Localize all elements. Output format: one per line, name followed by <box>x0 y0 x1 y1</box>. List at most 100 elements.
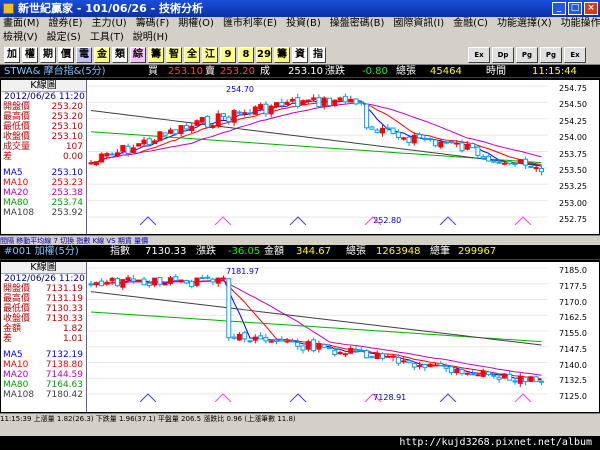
candle <box>422 137 428 140</box>
menu-a-7[interactable]: 操盤密碼(B) <box>327 18 388 29</box>
candle <box>252 106 258 115</box>
y-tick-label: 7185.0 <box>559 266 587 275</box>
toolbar-button-9[interactable]: 智 <box>166 47 182 63</box>
bottom-y-axis: 7185.0 7177.5 7170.0 7162.5 7155.0 7147.5 7140… <box>549 262 599 402</box>
candle <box>295 97 301 107</box>
menu-a-10[interactable]: 功能選擇(X) <box>494 18 555 29</box>
toolbar-right-button-0[interactable]: Ex <box>468 47 490 63</box>
candle <box>337 97 343 101</box>
toolbar-button-15[interactable]: 籌 <box>274 47 290 63</box>
candle <box>183 279 189 284</box>
menu-a-11[interactable]: 功能操作(F) <box>558 18 600 29</box>
toolbar-right-button-4[interactable]: Ex <box>564 47 586 63</box>
y-tick-label: 7140.0 <box>559 360 587 370</box>
bottom-amt: 344.67 <box>296 246 331 257</box>
menu-a-2[interactable]: 主力(U) <box>89 18 130 29</box>
toolbar-button-7[interactable]: 綜 <box>130 47 146 63</box>
low-label: 7128.91 <box>373 393 406 402</box>
menu-a-5[interactable]: 匯市利率(E) <box>220 18 280 29</box>
candle <box>242 332 248 340</box>
menu-a-3[interactable]: 籌碼(F) <box>133 18 173 29</box>
bottom-side-row: 金額 1.82 <box>3 324 83 334</box>
candle <box>475 374 481 377</box>
toolbar-button-13[interactable]: 8 <box>238 47 254 63</box>
candle <box>88 283 94 286</box>
minimize-button[interactable]: _ <box>552 2 566 15</box>
candle <box>141 139 147 145</box>
toolbar-right-button-1[interactable]: Dp <box>492 47 514 63</box>
toolbar-button-16[interactable]: 資 <box>292 47 308 63</box>
candle <box>136 279 142 282</box>
toolbar-button-12[interactable]: 9 <box>220 47 236 63</box>
candle <box>99 153 105 163</box>
menu-a-6[interactable]: 投資(B) <box>283 18 324 29</box>
top-chg-label: 漲跌 <box>325 66 345 77</box>
candle <box>279 339 285 342</box>
toolbar-button-0[interactable]: 加 <box>4 47 20 63</box>
candle <box>199 117 205 123</box>
candle <box>512 380 518 383</box>
candle <box>321 344 327 348</box>
candle <box>454 142 460 145</box>
candle <box>258 335 264 340</box>
candle <box>136 143 142 147</box>
candle <box>93 161 99 166</box>
candle <box>109 153 115 156</box>
candle <box>448 366 454 374</box>
candle <box>470 373 476 376</box>
bottom-candlestick-chart[interactable]: 7181.977128.9126 <box>88 262 548 402</box>
toolbar-button-11[interactable]: 江 <box>202 47 218 63</box>
candle <box>385 355 391 358</box>
menu-a-9[interactable]: 金融(C) <box>450 18 491 29</box>
candle <box>231 110 237 123</box>
candle <box>353 349 359 352</box>
toolbar-button-1[interactable]: 權 <box>22 47 38 63</box>
toolbar-right-button-3[interactable]: Pg <box>540 47 562 63</box>
candle <box>242 112 248 115</box>
candle <box>162 132 168 136</box>
candle <box>300 345 306 351</box>
signal-marker <box>214 216 232 225</box>
candle <box>226 116 232 123</box>
candle <box>507 373 513 381</box>
candle <box>252 336 258 341</box>
maximize-button[interactable]: □ <box>568 2 582 15</box>
toolbar-button-3[interactable]: 價 <box>58 47 74 63</box>
top-candlestick-chart[interactable]: 254.70252.8026 <box>88 80 548 225</box>
toolbar-right-button-2[interactable]: Pg <box>516 47 538 63</box>
menu-a-4[interactable]: 期權(O) <box>175 18 217 29</box>
toolbar-button-2[interactable]: 期 <box>40 47 56 63</box>
y-tick-label: 7147.5 <box>559 344 587 354</box>
candle <box>125 277 131 281</box>
menu-b-2[interactable]: 工具(T) <box>87 32 127 43</box>
bottom-bottom-text: 11:15:39 上漲量 1.82(26.3) 下跌量 1.96(37.1) 平… <box>0 415 296 423</box>
candle <box>480 156 486 159</box>
toolbar-button-4[interactable]: 電 <box>76 47 92 63</box>
bottom-chg: -36.05 <box>228 246 261 257</box>
menu-b-1[interactable]: 設定(S) <box>44 32 84 43</box>
candle <box>358 349 364 352</box>
menu-b-0[interactable]: 檢視(V) <box>0 32 41 43</box>
candle <box>120 144 126 152</box>
menu-a-8[interactable]: 國際資訊(I) <box>390 18 447 29</box>
candle <box>427 138 433 141</box>
candle <box>517 159 523 164</box>
candle <box>311 97 317 100</box>
toolbar-button-6[interactable]: 類 <box>112 47 128 63</box>
menu-a-0[interactable]: 畫面(M) <box>0 18 42 29</box>
menu-b-3[interactable]: 說明(H) <box>130 32 171 43</box>
toolbar-button-14[interactable]: 29 <box>256 47 272 63</box>
toolbar-button-8[interactable]: 籌 <box>148 47 164 63</box>
candle <box>199 277 205 280</box>
candle <box>401 360 407 363</box>
candle <box>316 97 322 108</box>
top-side-row: 開盤價 253.20 <box>3 102 83 112</box>
menu-a-1[interactable]: 證券(E) <box>45 18 85 29</box>
toolbar-button-17[interactable]: 指 <box>310 47 326 63</box>
close-button[interactable]: × <box>584 2 598 15</box>
candle <box>539 167 544 173</box>
y-tick-label: 7162.5 <box>559 313 587 323</box>
toolbar-button-10[interactable]: 全 <box>184 47 200 63</box>
toolbar-button-5[interactable]: 金 <box>94 47 110 63</box>
candle <box>332 349 338 356</box>
